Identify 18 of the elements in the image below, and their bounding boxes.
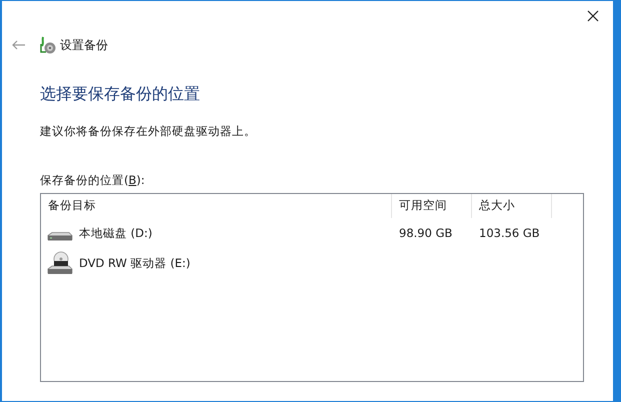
column-header[interactable]: 总大小: [472, 194, 552, 218]
drive-name: DVD RW 驱动器 (E:): [79, 256, 190, 270]
backup-location-list[interactable]: 备份目标 可用空间 总大小 本地磁盘 (D:) 98.90 GB 103.56 GB DVD RW 驱动器 (E:): [40, 193, 584, 382]
total-size: 103.56 GB: [479, 226, 540, 240]
column-header[interactable]: 备份目标: [41, 194, 392, 218]
column-header[interactable]: 可用空间: [392, 194, 472, 218]
backup-icon: [40, 36, 56, 54]
drive-name: 本地磁盘 (D:): [79, 226, 152, 240]
close-icon: [587, 10, 599, 22]
dvd-drive-icon: [47, 251, 73, 275]
drive-row[interactable]: 本地磁盘 (D:) 98.90 GB 103.56 GB: [41, 218, 583, 248]
list-label: 保存备份的位置(B):: [40, 173, 146, 188]
drive-row[interactable]: DVD RW 驱动器 (E:): [41, 248, 583, 278]
back-arrow-icon: [12, 40, 26, 50]
free-space: 98.90 GB: [399, 226, 452, 240]
window-title: 设置备份: [60, 36, 108, 54]
page-heading: 选择要保存备份的位置: [40, 84, 201, 105]
description-text: 建议你将备份保存在外部硬盘驱动器上。: [40, 124, 257, 139]
